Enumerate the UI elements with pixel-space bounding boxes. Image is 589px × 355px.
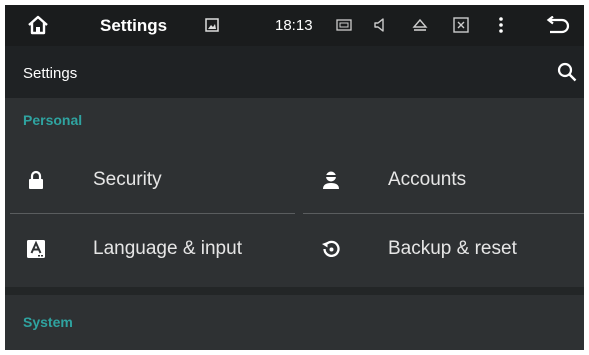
- settings-item-label: Security: [93, 169, 162, 190]
- section-personal-label: Personal: [23, 112, 83, 128]
- close-box-icon[interactable]: [452, 16, 470, 34]
- divider: [10, 213, 295, 214]
- status-bar: Settings 18:13: [5, 5, 584, 46]
- account-icon: [323, 171, 339, 189]
- settings-item-label: Accounts: [388, 169, 467, 190]
- clock: 18:13: [275, 17, 313, 34]
- more-vert-icon[interactable]: [492, 16, 510, 34]
- status-title: Settings: [100, 16, 168, 35]
- search-icon[interactable]: [557, 62, 577, 82]
- section-separator: [5, 287, 584, 295]
- card-icon: [336, 19, 352, 31]
- settings-item-accounts[interactable]: Accounts: [320, 151, 584, 209]
- eject-icon[interactable]: [411, 16, 429, 34]
- back-icon[interactable]: [545, 16, 571, 36]
- language-icon: [27, 240, 45, 258]
- settings-screen: Settings 18:13 Settings Personal Securit…: [5, 5, 584, 350]
- page-title: Settings: [23, 65, 78, 82]
- section-system-label: System: [23, 314, 73, 330]
- app-bar: Settings: [5, 46, 584, 98]
- gallery-icon: [205, 18, 219, 32]
- settings-item-backup[interactable]: Backup & reset: [320, 220, 584, 278]
- settings-item-label: Language & input: [93, 238, 242, 259]
- volume-icon[interactable]: [371, 16, 389, 34]
- settings-item-language[interactable]: Language & input: [25, 220, 305, 278]
- divider: [303, 213, 584, 214]
- backup-icon: [322, 240, 340, 257]
- home-icon[interactable]: [27, 14, 49, 36]
- settings-item-security[interactable]: Security: [25, 151, 305, 209]
- lock-icon: [29, 170, 43, 189]
- settings-item-label: Backup & reset: [388, 238, 517, 259]
